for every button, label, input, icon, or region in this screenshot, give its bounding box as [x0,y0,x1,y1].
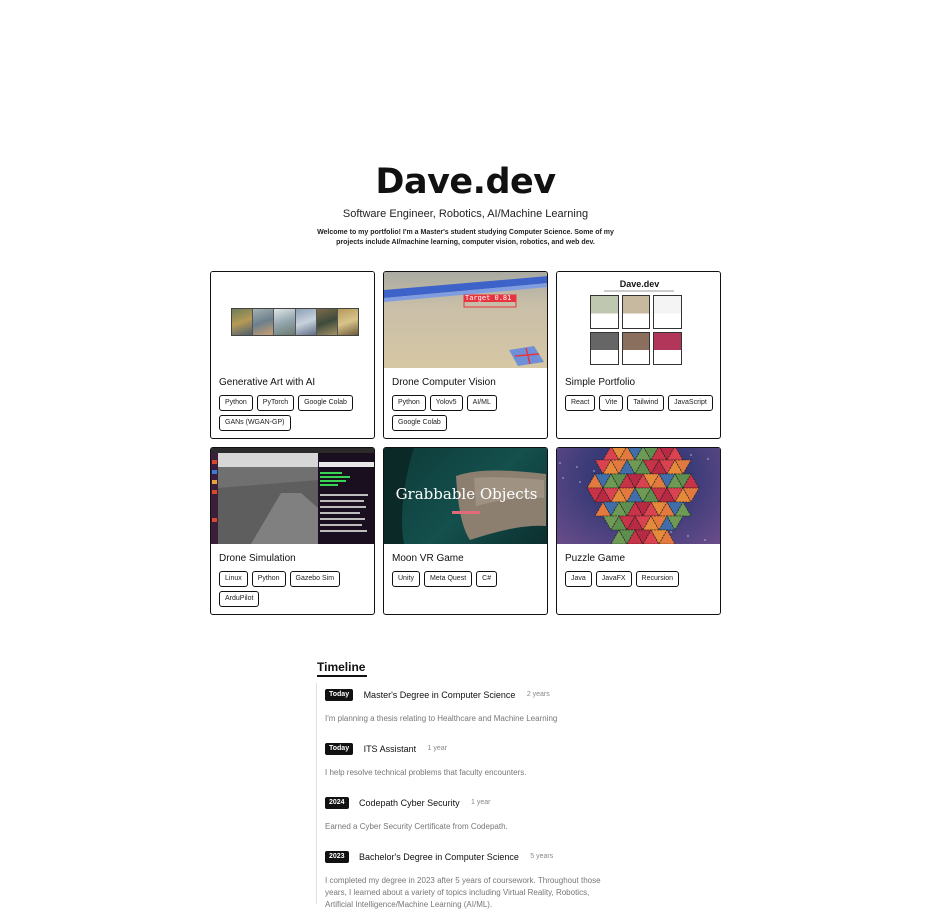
timeline-title: Bachelor's Degree in Computer Science [359,851,519,862]
site-subtitle: Software Engineer, Robotics, AI/Machine … [342,208,589,220]
project-title: Puzzle Game [565,553,626,564]
timeline-title: Codepath Cyber Security [359,797,460,808]
tag: Meta Quest [423,571,473,587]
tag-list: Python PyTorch Google Colab GANs (WGAN-G… [219,395,369,431]
intro-text: Welcome to my portfolio! I'm a Master's … [317,229,614,246]
tag: ArduPilot [219,591,260,607]
project-card-puzzle-game[interactable]: Puzzle Game Java JavaFX Recursion [556,447,721,615]
timeline-description: I'm planning a thesis relating to Health… [325,714,558,723]
tag-list: Python Yolov5 AI/ML Google Colab [392,395,542,431]
project-thumbnail: Grabbable Objects [384,448,547,544]
vr-game-overlay-title: Grabbable Objects [395,485,538,503]
project-card-simple-portfolio[interactable]: Dave.dev Simple Portfolio React Vite Tai… [556,271,721,439]
timeline-heading: Timeline [317,660,366,674]
timeline-duration: 2 years [526,691,550,699]
project-card-drone-simulation[interactable]: Drone Simulation Linux Python Gazebo Sim… [210,447,375,615]
timeline-duration: 5 years [530,853,554,861]
portfolio-preview-title: Dave.dev [619,279,660,289]
simulation-desktop-image [211,448,374,544]
project-card-drone-vision[interactable]: Target 0.81 Drone Computer Vision Python… [383,271,548,439]
tag: Python [392,395,426,411]
tag: PyTorch [256,395,295,411]
timeline-description: Earned a Cyber Security Certificate from… [325,822,508,831]
timeline-title: Master's Degree in Computer Science [363,689,516,700]
tag: Linux [219,571,248,587]
project-title: Generative Art with AI [219,377,316,388]
tag-list: Linux Python Gazebo Sim ArduPilot [219,571,369,607]
timeline-item: 2024 Codepath Cyber Security 1 year Earn… [325,794,615,833]
tag: React [565,395,596,411]
tag: Yolov5 [429,395,463,411]
timeline-description: I help resolve technical problems that f… [325,768,527,777]
tag: Unity [392,571,420,587]
timeline-line [316,683,317,904]
project-thumbnail [211,448,374,544]
site-title: Dave.dev [375,162,556,202]
project-title: Moon VR Game [392,553,464,564]
timeline-badge: 2024 [325,796,349,809]
timeline-heading-underline [317,675,367,677]
tag: Tailwind [627,395,665,411]
tag: JavaFX [595,571,632,587]
tag: Vite [599,395,624,411]
project-title: Drone Simulation [219,553,296,564]
tag: Python [251,571,286,587]
project-thumbnail [557,448,720,544]
site-header: Dave.dev Software Engineer, Robotics, AI… [0,160,925,248]
tag: JavaScript [668,395,713,411]
tag: Recursion [635,571,680,587]
project-grid: Generative Art with AI Python PyTorch Go… [210,271,721,615]
timeline-duration: 1 year [427,745,448,753]
tag: AI/ML [466,395,497,411]
tag: GANs (WGAN-GP) [219,415,291,431]
timeline-item: 2023 Bachelor's Degree in Computer Scien… [325,848,615,911]
project-thumbnail: Target 0.81 [384,272,547,368]
drone-vision-image [384,276,547,366]
tag: Gazebo Sim [289,571,341,587]
project-title: Drone Computer Vision [392,377,496,388]
tag: Google Colab [298,395,353,411]
project-card-moon-vr[interactable]: Grabbable Objects Moon VR Game Unity Met… [383,447,548,615]
triangle-puzzle-image [557,448,709,544]
project-thumbnail: Dave.dev [557,272,720,368]
project-card-generative-art[interactable]: Generative Art with AI Python PyTorch Go… [210,271,375,439]
timeline-description: I completed my degree in 2023 after 5 ye… [325,876,601,909]
tag-list: Java JavaFX Recursion [565,571,715,587]
tag-list: Unity Meta Quest C# [392,571,542,587]
timeline-title: ITS Assistant [363,743,417,754]
tag: C# [476,571,498,587]
tag: Java [565,571,592,587]
project-thumbnail [211,272,374,368]
detection-label: Target 0.81 [465,294,512,302]
project-title: Simple Portfolio [565,377,636,388]
tag-list: React Vite Tailwind JavaScript [565,395,715,411]
timeline-item: Today ITS Assistant 1 year I help resolv… [325,740,615,779]
art-strip-image [231,308,359,336]
timeline-badge: Today [325,688,354,701]
timeline-item: Today Master's Degree in Computer Scienc… [325,686,615,725]
timeline-badge: Today [325,742,354,755]
tag: Python [219,395,253,411]
timeline-badge: 2023 [325,850,349,863]
timeline-duration: 1 year [471,799,491,807]
tag: Google Colab [392,415,447,431]
